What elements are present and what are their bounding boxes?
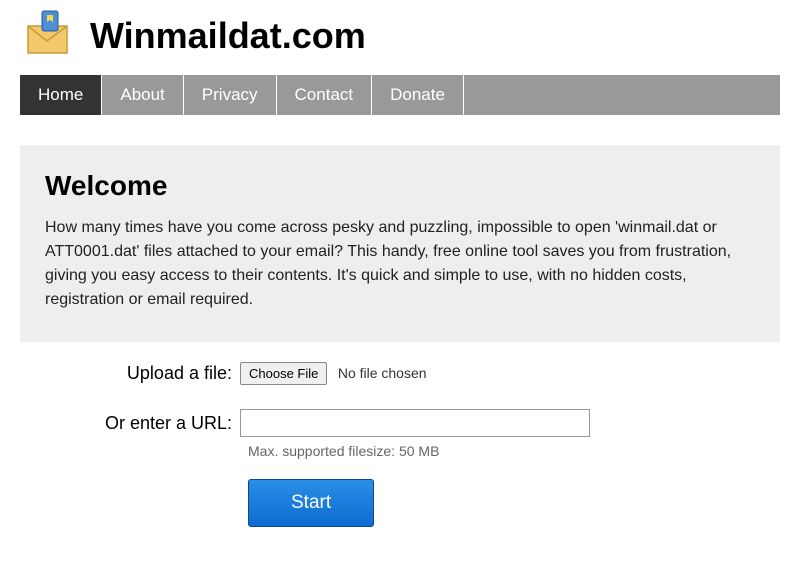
site-header: Winmaildat.com bbox=[0, 0, 800, 75]
upload-label: Upload a file: bbox=[40, 363, 240, 384]
filesize-hint: Max. supported filesize: 50 MB bbox=[248, 443, 760, 459]
site-title: Winmaildat.com bbox=[90, 15, 366, 57]
nav-item-donate[interactable]: Donate bbox=[372, 75, 464, 115]
url-input[interactable] bbox=[240, 409, 590, 437]
start-button[interactable]: Start bbox=[248, 479, 374, 527]
envelope-shield-icon bbox=[20, 8, 75, 63]
upload-form: Upload a file: Choose File No file chose… bbox=[40, 362, 760, 527]
welcome-title: Welcome bbox=[45, 170, 755, 202]
file-status: No file chosen bbox=[338, 365, 427, 381]
url-label: Or enter a URL: bbox=[40, 413, 240, 434]
welcome-body: How many times have you come across pesk… bbox=[45, 216, 755, 312]
welcome-panel: Welcome How many times have you come acr… bbox=[20, 145, 780, 342]
url-row: Or enter a URL: bbox=[40, 409, 760, 437]
choose-file-button[interactable]: Choose File bbox=[240, 362, 327, 385]
nav-item-home[interactable]: Home bbox=[20, 75, 102, 115]
main-nav: Home About Privacy Contact Donate bbox=[20, 75, 780, 115]
nav-item-privacy[interactable]: Privacy bbox=[184, 75, 277, 115]
upload-row: Upload a file: Choose File No file chose… bbox=[40, 362, 760, 385]
nav-item-about[interactable]: About bbox=[102, 75, 183, 115]
nav-item-contact[interactable]: Contact bbox=[277, 75, 373, 115]
